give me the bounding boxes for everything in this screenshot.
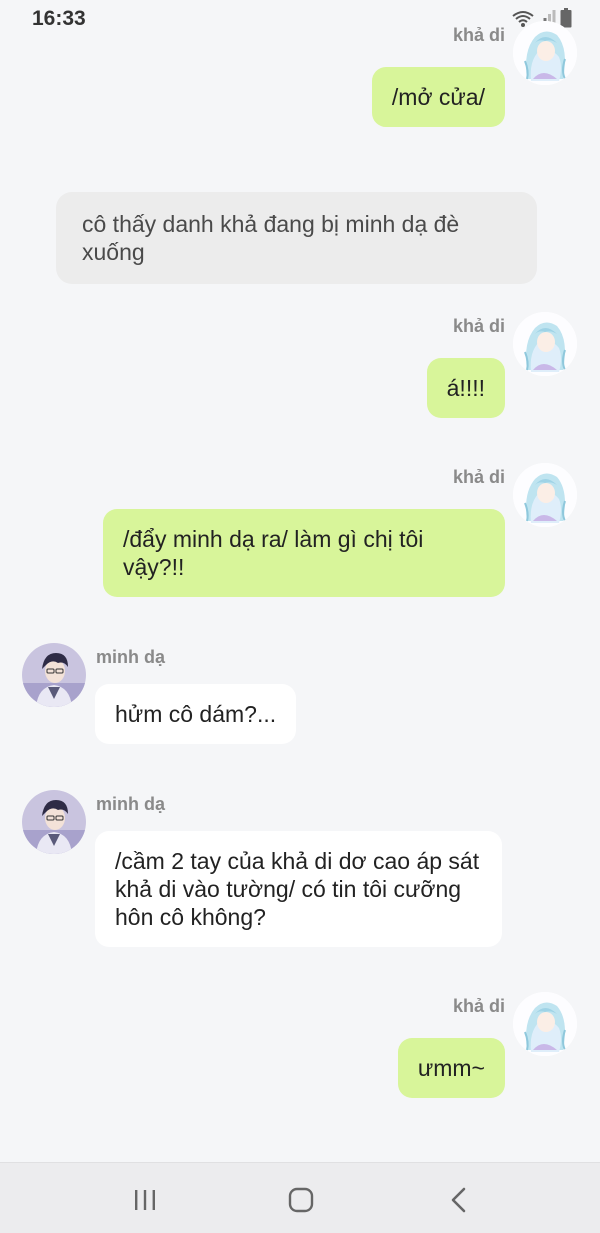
sender-name: khả di xyxy=(452,25,505,45)
chat-conversation[interactable]: khả di /mở cửa/ cô thấy danh khả đang bị… xyxy=(0,0,600,1162)
message-bubble-self[interactable]: á!!!! xyxy=(426,358,505,418)
minh-da-avatar-image xyxy=(22,790,86,854)
kha-di-avatar-image xyxy=(513,992,577,1056)
message-bubble-self[interactable]: /mở cửa/ xyxy=(371,67,505,127)
sender-name: khả di xyxy=(452,467,505,487)
message-bubble-self[interactable]: /đẩy minh dạ ra/ làm gì chị tôi vậy?!! xyxy=(103,509,505,597)
navigation-bar xyxy=(0,1162,600,1233)
home-icon xyxy=(288,1187,314,1213)
kha-di-avatar-image xyxy=(513,312,577,376)
kha-di-avatar-image xyxy=(513,21,577,85)
avatar-kha-di[interactable] xyxy=(513,312,577,376)
kha-di-avatar-image xyxy=(513,463,577,527)
avatar-kha-di[interactable] xyxy=(513,992,577,1056)
avatar-minh-da[interactable] xyxy=(22,790,86,854)
avatar-minh-da[interactable] xyxy=(22,643,86,707)
narration-bubble[interactable]: cô thấy danh khả đang bị minh dạ đè xuốn… xyxy=(56,192,537,284)
sender-name: khả di xyxy=(452,996,505,1016)
sender-name: minh dạ xyxy=(96,794,166,814)
message-bubble-self[interactable]: ưmm~ xyxy=(397,1038,505,1098)
back-icon xyxy=(451,1187,466,1213)
message-bubble-other[interactable]: hửm cô dám?... xyxy=(95,684,297,744)
sender-name: minh dạ xyxy=(96,647,166,667)
recent-apps-icon xyxy=(135,1190,155,1210)
minh-da-avatar-image xyxy=(22,643,86,707)
message-bubble-other[interactable]: /cầm 2 tay của khả di dơ cao áp sát khả … xyxy=(95,831,502,947)
recent-apps-button[interactable] xyxy=(130,1185,160,1215)
sender-name: khả di xyxy=(452,316,505,336)
avatar-kha-di[interactable] xyxy=(513,21,577,85)
back-button[interactable] xyxy=(444,1185,474,1215)
home-button[interactable] xyxy=(286,1185,316,1215)
avatar-kha-di[interactable] xyxy=(513,463,577,527)
